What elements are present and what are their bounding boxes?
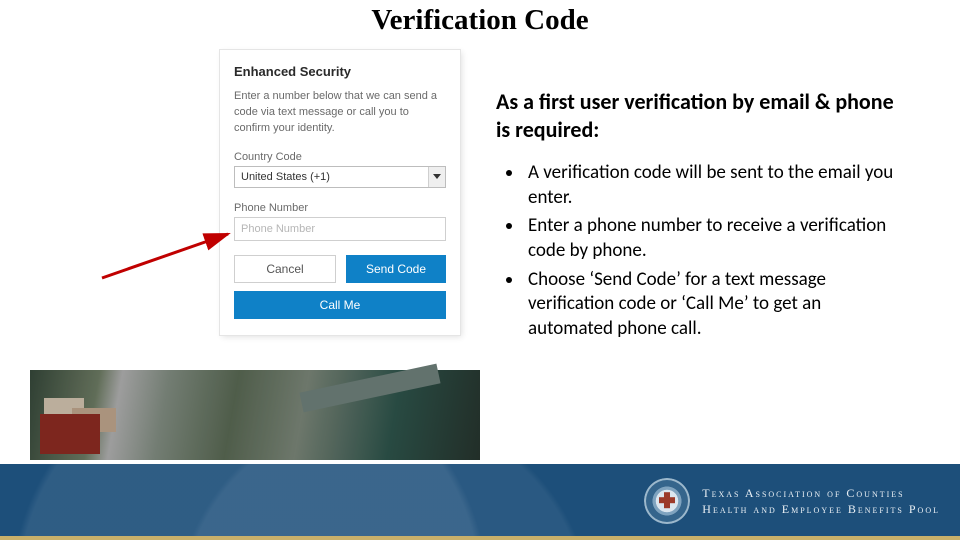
list-item: A verification code will be sent to the … (524, 161, 910, 210)
enhanced-security-panel: Enhanced Security Enter a number below t… (220, 50, 460, 335)
red-arrow-annotation (100, 228, 240, 280)
call-me-button[interactable]: Call Me (234, 291, 446, 319)
panel-heading: Enhanced Security (234, 64, 446, 79)
instructions-list: A verification code will be sent to the … (496, 161, 910, 342)
aerial-photo-background (30, 370, 480, 460)
country-code-select[interactable]: United States (+1) (234, 166, 446, 188)
slide: Verification Code Enhanced Security Ente… (0, 0, 960, 540)
list-item: Enter a phone number to receive a verifi… (524, 214, 910, 263)
brand-seal-icon (644, 478, 690, 524)
brand-lockup: Texas Association of Counties Health and… (644, 478, 940, 524)
panel-description: Enter a number below that we can send a … (234, 89, 446, 137)
cancel-button[interactable]: Cancel (234, 255, 336, 283)
brand-text: Texas Association of Counties Health and… (702, 485, 940, 517)
chevron-down-icon (428, 167, 445, 187)
button-row: Cancel Send Code (234, 255, 446, 283)
country-code-value: United States (+1) (241, 171, 330, 183)
brand-line-1: Texas Association of Counties (702, 485, 940, 501)
phone-number-input[interactable] (234, 217, 446, 241)
page-title: Verification Code (0, 4, 960, 37)
instructions-heading: As a first user verification by email & … (496, 88, 910, 143)
send-code-button[interactable]: Send Code (346, 255, 446, 283)
list-item: Choose ‘Send Code’ for a text message ve… (524, 268, 910, 342)
instructions-block: As a first user verification by email & … (496, 88, 910, 346)
brand-line-2: Health and Employee Benefits Pool (702, 501, 940, 517)
phone-number-label: Phone Number (234, 202, 446, 214)
brand-footer: Texas Association of Counties Health and… (0, 464, 960, 540)
country-code-label: Country Code (234, 151, 446, 163)
